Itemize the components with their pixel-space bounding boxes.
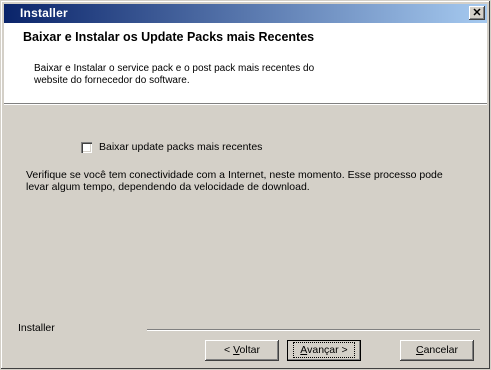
page-subtitle: Baixar e Instalar o service pack e o pos… <box>34 63 315 86</box>
page-title: Baixar e Instalar os Update Packs mais R… <box>23 30 315 44</box>
cancel-button-mnemonic: C <box>415 344 424 356</box>
close-button[interactable]: ✕ <box>469 6 485 20</box>
installer-window: Installer ✕ Baixar e Instalar os Update … <box>0 0 491 370</box>
back-button-label: oltar <box>239 344 260 356</box>
cancel-button[interactable]: Cancelar <box>400 340 474 361</box>
cancel-button-label: ancelar <box>423 344 459 356</box>
download-updates-option[interactable]: Baixar update packs mais recentes <box>81 140 262 154</box>
wizard-header: Baixar e Instalar os Update Packs mais R… <box>4 23 487 104</box>
connectivity-description: Verifique se você tem conectividade com … <box>26 169 443 193</box>
download-updates-label[interactable]: Baixar update packs mais recentes <box>99 141 262 153</box>
wizard-content: Baixar update packs mais recentes Verifi… <box>1 105 490 315</box>
branding-divider <box>147 329 480 331</box>
back-button[interactable]: < Voltar <box>205 340 279 361</box>
title-bar[interactable]: Installer ✕ <box>4 4 487 23</box>
branding-label: Installer <box>18 322 55 334</box>
next-button-label: vançar > <box>307 344 348 356</box>
next-button-focus: Avançar > <box>293 342 355 358</box>
back-button-prefix: < <box>224 344 234 356</box>
close-icon: ✕ <box>472 7 482 19</box>
next-button[interactable]: Avançar > <box>287 340 361 361</box>
download-updates-checkbox[interactable] <box>81 141 92 153</box>
window-title: Installer <box>20 6 68 20</box>
